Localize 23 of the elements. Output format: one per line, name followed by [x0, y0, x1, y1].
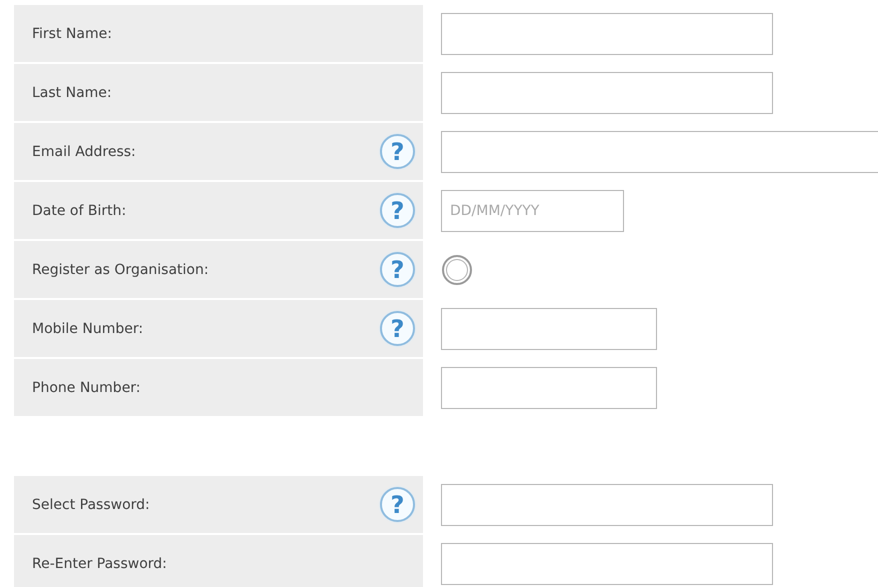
help-button[interactable]: ? [380, 252, 415, 287]
field-label: Date of Birth: [32, 202, 128, 218]
radio-button[interactable] [442, 254, 472, 284]
field-label: First Name: [32, 26, 113, 42]
input-field[interactable] [441, 12, 773, 54]
field-label: Phone Number: [32, 380, 142, 396]
field-label: Mobile Number: [32, 320, 144, 336]
input-field[interactable] [441, 72, 773, 114]
input-field[interactable] [441, 366, 657, 408]
help-button[interactable]: ? [380, 134, 415, 169]
help-button[interactable]: ? [380, 311, 415, 346]
input-field[interactable] [441, 542, 773, 584]
field-label: Re-Enter Password: [32, 556, 168, 572]
input-field[interactable] [441, 484, 773, 526]
field-label: Email Address: [32, 144, 137, 160]
input-field[interactable] [441, 130, 878, 172]
field-label: Register as Organisation: [32, 262, 210, 278]
field-label: Select Password: [32, 496, 151, 512]
help-button[interactable]: ? [380, 487, 415, 522]
input-field[interactable] [441, 308, 657, 350]
field-label: Last Name: [32, 84, 113, 100]
date-field[interactable]: DD/MM/YYYY [441, 190, 624, 232]
help-button[interactable]: ? [380, 193, 415, 228]
